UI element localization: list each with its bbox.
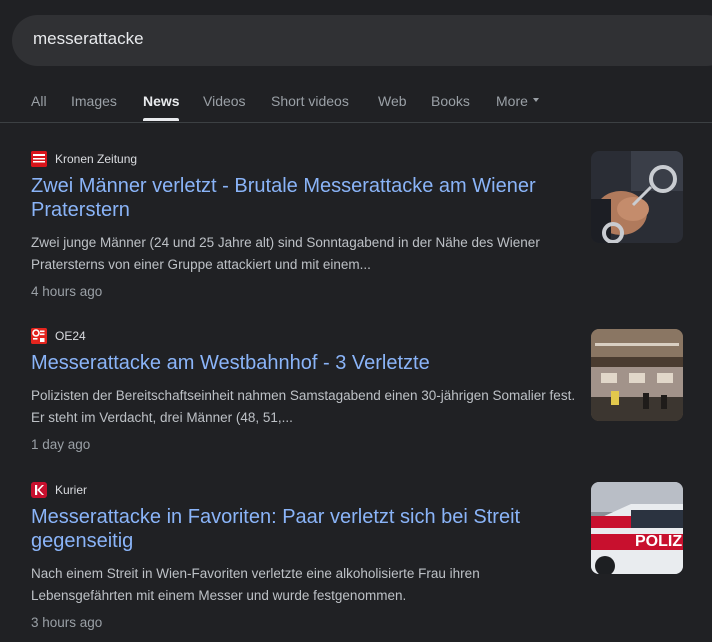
tab-videos[interactable]: Videos — [203, 93, 246, 109]
timestamp: 1 day ago — [31, 437, 91, 452]
police-car-image: POLIZ — [591, 482, 683, 574]
caret-down-icon — [532, 98, 539, 103]
tab-images[interactable]: Images — [71, 93, 117, 109]
source-name: OE24 — [55, 329, 86, 343]
headline-link[interactable]: Zwei Männer verletzt - Brutale Messeratt… — [31, 174, 571, 222]
oe24-logo-icon — [31, 328, 47, 344]
search-input[interactable]: messerattacke — [33, 29, 144, 49]
tab-web[interactable]: Web — [378, 93, 407, 109]
handcuffs-image — [591, 151, 683, 243]
oe24-favicon-icon — [31, 328, 47, 344]
search-bar[interactable]: messerattacke — [12, 15, 712, 66]
tab-books[interactable]: Books — [431, 93, 470, 109]
source-name: Kronen Zeitung — [55, 152, 138, 166]
tab-all[interactable]: All — [31, 93, 47, 109]
source-name: Kurier — [55, 483, 88, 497]
police-car-thumbnail[interactable]: POLIZ — [591, 482, 683, 574]
station-hall-image — [591, 329, 683, 421]
kurier-logo-icon — [31, 482, 47, 498]
tab-short-videos[interactable]: Short videos — [271, 93, 349, 109]
handcuffs-thumbnail[interactable] — [591, 151, 683, 243]
timestamp: 3 hours ago — [31, 615, 103, 630]
source-row[interactable]: Kronen Zeitung — [31, 151, 137, 167]
tab-more[interactable]: More — [496, 93, 539, 109]
source-row[interactable]: Kurier — [31, 482, 87, 498]
snippet: Nach einem Streit in Wien-Favoriten verl… — [31, 566, 480, 603]
active-tab-indicator — [143, 118, 179, 121]
snippet: Zwei junge Männer (24 und 25 Jahre alt) … — [31, 235, 540, 272]
search-tabs: All Images News Videos Short videos Web … — [0, 86, 712, 123]
polizei-text: POLIZ — [635, 533, 682, 550]
tab-news[interactable]: News — [143, 93, 180, 109]
headline-link[interactable]: Messerattacke am Westbahnhof - 3 Verletz… — [31, 351, 571, 375]
krone-logo-icon — [31, 151, 47, 167]
station-hall-thumbnail[interactable] — [591, 329, 683, 421]
timestamp: 4 hours ago — [31, 284, 103, 299]
kurier-favicon-icon — [31, 482, 47, 498]
tab-more-label: More — [496, 93, 528, 109]
source-row[interactable]: OE24 — [31, 328, 86, 344]
news-results-page: messerattacke All Images News Videos Sho… — [0, 0, 712, 642]
headline-link[interactable]: Messerattacke in Favoriten: Paar verletz… — [31, 505, 571, 553]
snippet: Polizisten der Bereitschaftseinheit nahm… — [31, 388, 576, 425]
kronen-zeitung-favicon-icon — [31, 151, 47, 167]
